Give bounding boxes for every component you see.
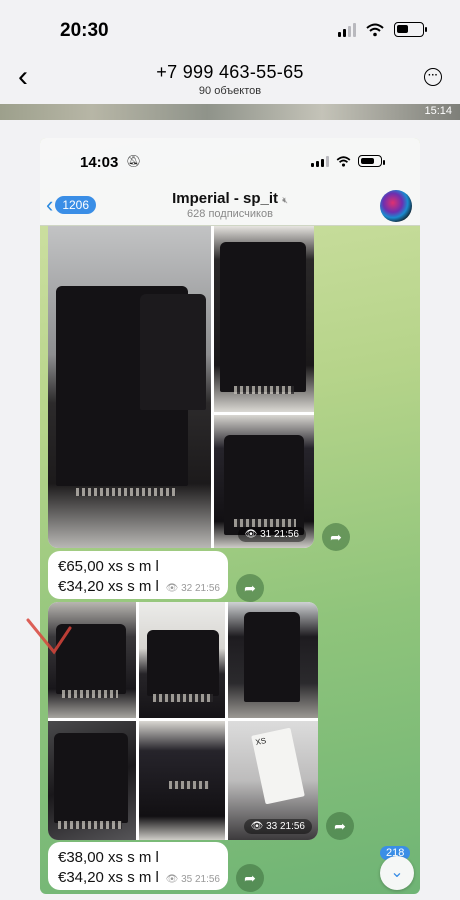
- status-icons: [338, 22, 427, 37]
- wifi-icon: [366, 23, 384, 36]
- message-bubble: €65,00 xs s m l €34,20 xs s m l 👁︎ 32 21…: [48, 551, 228, 599]
- photo-album: 👁︎ 31 21:56: [48, 226, 314, 548]
- telegram-header: 14:03 🔕︎ ‹ 1206 Imperial - sp_it 🔇︎ 628 …: [40, 138, 420, 226]
- inner-battery-icon: [358, 155, 385, 167]
- album-photo[interactable]: [228, 602, 318, 718]
- mute-icon: 🔕︎: [126, 154, 142, 168]
- signal-icon: [338, 22, 356, 37]
- eye-icon: 👁︎: [165, 874, 179, 885]
- album-photo[interactable]: [214, 226, 314, 412]
- chevron-down-icon: ⌄: [390, 864, 404, 881]
- share-button[interactable]: ➦: [236, 864, 264, 892]
- strip-time: 15:14: [424, 105, 452, 117]
- share-button[interactable]: ➦: [236, 574, 264, 602]
- album-views: 👁︎ 31 21:56: [237, 527, 306, 542]
- eye-icon: 👁︎: [244, 529, 258, 540]
- price-line: €38,00 xs s m l: [58, 849, 159, 866]
- size-tag: XS: [251, 727, 305, 805]
- battery-icon: [394, 22, 427, 37]
- scroll-down-button[interactable]: ⌄: [380, 856, 414, 890]
- channel-avatar[interactable]: [380, 190, 412, 222]
- inner-signal-icon: [311, 155, 329, 167]
- subscribers-count: 628 подписчиков: [187, 208, 273, 220]
- message-meta: 👁︎ 35 21:56: [165, 874, 220, 885]
- channel-name: Imperial - sp_it: [172, 190, 279, 207]
- channel-muted-icon: 🔇︎: [282, 195, 288, 205]
- inner-status-time: 14:03: [80, 154, 119, 171]
- price-line: €65,00 xs s m l: [58, 558, 159, 575]
- share-button[interactable]: ➦: [326, 812, 354, 840]
- album-photo[interactable]: [48, 226, 211, 548]
- status-time: 20:30: [60, 20, 109, 41]
- thumbnail-strip: 15:14: [0, 104, 460, 120]
- telegram-screenshot: 14:03 🔕︎ ‹ 1206 Imperial - sp_it 🔇︎ 628 …: [40, 138, 420, 894]
- channel-title[interactable]: Imperial - sp_it 🔇︎: [40, 190, 420, 207]
- more-button[interactable]: ···: [424, 68, 442, 86]
- album-photo[interactable]: [48, 721, 136, 840]
- back-button[interactable]: ‹: [8, 62, 38, 96]
- page-title: +7 999 463-55-65: [156, 62, 304, 82]
- outer-header: ‹ +7 999 463-55-65 90 объектов ···: [0, 56, 460, 104]
- share-button[interactable]: ➦: [322, 523, 350, 551]
- inner-wifi-icon: [336, 155, 351, 167]
- album-photo[interactable]: [139, 721, 225, 840]
- message-meta: 👁︎ 32 21:56: [165, 583, 220, 594]
- album-views: 👁︎ 33 21:56: [243, 819, 312, 834]
- album-photo[interactable]: [139, 602, 225, 718]
- message-bubble: €38,00 xs s m l €34,20 xs s m l 👁︎ 35 21…: [48, 842, 228, 890]
- objects-count: 90 объектов: [198, 85, 262, 97]
- inner-status-icons: [311, 155, 385, 167]
- eye-icon: 👁︎: [165, 583, 179, 594]
- red-check-mark: [26, 618, 72, 655]
- eye-icon: 👁︎: [250, 821, 264, 832]
- outer-status-bar: 20:30: [0, 0, 460, 56]
